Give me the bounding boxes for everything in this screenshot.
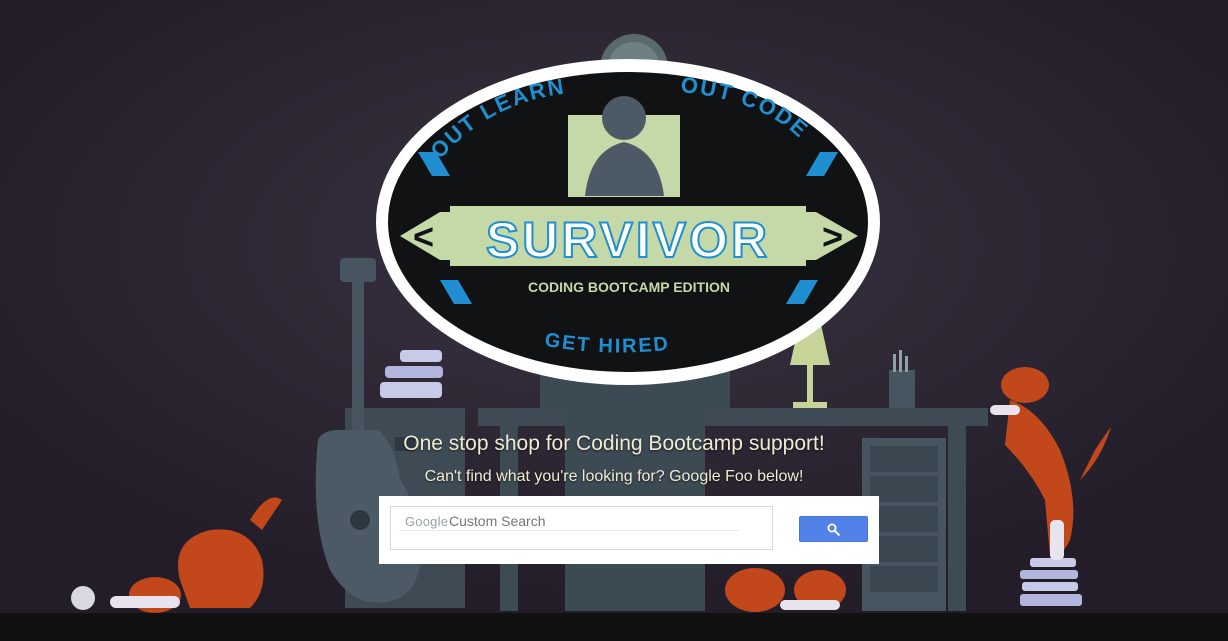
google-custom-search: Google [379,496,879,564]
svg-text:<: < [413,216,434,257]
svg-text:>: > [822,216,843,257]
headline: One stop shop for Coding Bootcamp suppor… [403,432,825,455]
search-button[interactable] [799,516,868,542]
search-input[interactable] [399,511,739,531]
logo-subtitle: CODING BOOTCAMP EDITION [528,279,730,295]
subheadline: Can't find what you're looking for? Goog… [424,468,804,485]
footer-bar [0,613,1228,641]
search-box: Google [390,506,773,550]
logo-title: SURVIVOR [486,212,770,268]
